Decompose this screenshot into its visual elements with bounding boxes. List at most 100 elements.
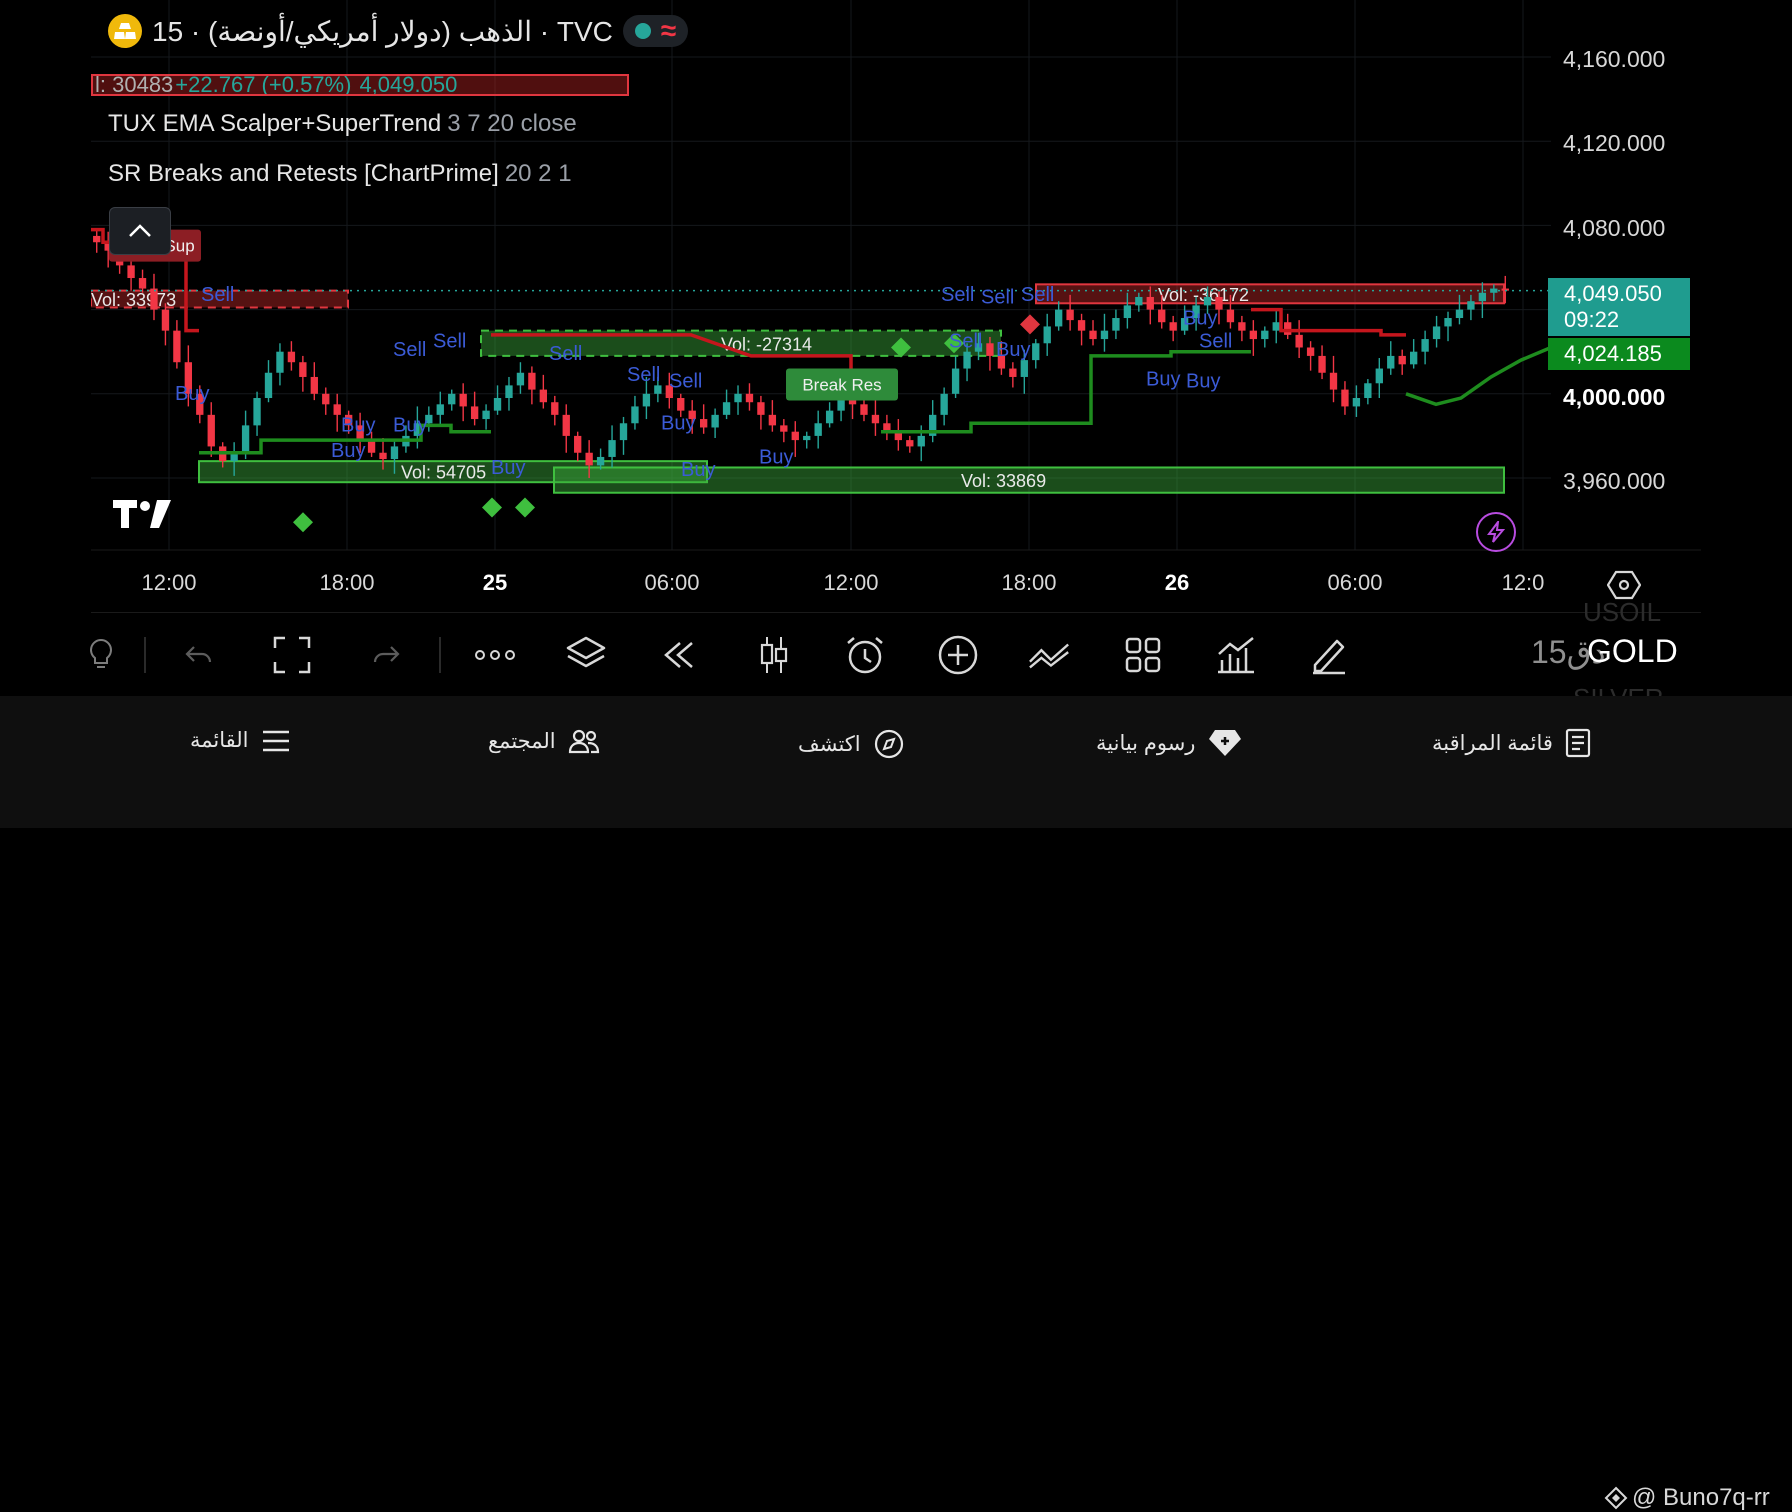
- layout-grid-button[interactable]: [1121, 633, 1165, 677]
- nav-community[interactable]: المجتمع: [488, 728, 600, 754]
- time-axis-label: 12:0: [1501, 570, 1545, 595]
- tradingview-logo-icon: [113, 498, 175, 530]
- candle-body: [367, 440, 376, 453]
- signal-label: Sell: [669, 370, 702, 392]
- candle-body: [631, 406, 639, 424]
- symbol-title[interactable]: الذهب (دولار أمريكي/أونصة) · 15 · TVC: [152, 15, 613, 48]
- chart-type-button[interactable]: [752, 633, 796, 677]
- market-open-dot-icon: [634, 23, 651, 39]
- candle-body: [127, 265, 135, 279]
- candle-body: [619, 423, 628, 441]
- candle-body: [1135, 296, 1143, 306]
- candle-body: [482, 410, 490, 420]
- alerts-bolt-button[interactable]: [1476, 512, 1516, 552]
- candle-body: [642, 393, 651, 407]
- symbol-selector[interactable]: GOLD: [1587, 633, 1678, 670]
- nav-explore[interactable]: اكتشف: [798, 728, 905, 760]
- gold-bars-icon: [108, 14, 142, 48]
- candle-body: [459, 393, 467, 407]
- candle-body: [470, 406, 479, 420]
- layers-button[interactable]: [564, 633, 608, 677]
- signal-label: Sell: [549, 343, 582, 365]
- replay-button[interactable]: [657, 633, 701, 677]
- candle-body: [333, 404, 341, 415]
- layers-icon: [566, 636, 606, 668]
- candle-body: [516, 372, 525, 386]
- market-status-pill[interactable]: ≈: [622, 15, 689, 47]
- fullscreen-button[interactable]: [270, 633, 314, 677]
- nav-watchlist[interactable]: قائمة المراقبة: [1432, 728, 1591, 758]
- candle-body: [711, 414, 719, 428]
- watermark-text: @ Buno7q-rr: [1632, 1484, 1770, 1511]
- candle-body: [1352, 398, 1361, 407]
- price-axis-label: 4,080.000: [1563, 215, 1666, 241]
- sr-zone-label: Vol: 33973: [91, 290, 176, 310]
- candle-body: [1364, 383, 1372, 399]
- candle-body: [299, 362, 307, 377]
- redo-button[interactable]: [364, 633, 408, 677]
- quote-volume: l: 30483: [95, 74, 174, 96]
- chart-diamond-icon: [1209, 730, 1242, 756]
- candle-body: [757, 402, 765, 415]
- collapse-legend-button[interactable]: [109, 207, 171, 255]
- price-axis-label: 4,000.000: [1563, 384, 1666, 410]
- nav-charts[interactable]: رسوم بيانية: [1096, 728, 1243, 758]
- candle-body: [1409, 351, 1418, 365]
- candle-body: [1375, 368, 1383, 384]
- signal-label: Buy: [1183, 307, 1217, 329]
- toolbar-separator: [144, 637, 146, 673]
- indicator-legend-2[interactable]: SR Breaks and Retests [ChartPrime] 20 2 1: [108, 160, 572, 188]
- supertrend-price-tag: 4,024.185: [1548, 338, 1690, 370]
- compare-button[interactable]: [1028, 633, 1072, 677]
- candle-body: [1054, 309, 1063, 327]
- drawing-tools-button[interactable]: [1307, 633, 1351, 677]
- candle-body: [207, 414, 215, 447]
- nav-menu[interactable]: القائمة: [190, 728, 291, 753]
- candle-body: [528, 372, 536, 390]
- signal-label: Buy: [331, 440, 365, 462]
- candle-body: [1066, 309, 1074, 321]
- signal-label: Buy: [341, 415, 375, 437]
- candle-body: [1432, 326, 1441, 340]
- candle-body: [585, 452, 593, 466]
- candle-body: [677, 398, 685, 411]
- alert-button[interactable]: [843, 633, 887, 677]
- time-axis-label: 18:00: [319, 570, 375, 595]
- candle-body: [814, 423, 822, 436]
- candle-body: [940, 393, 948, 415]
- candle-body: [1261, 330, 1269, 340]
- undo-button[interactable]: [177, 633, 221, 677]
- chart-header: الذهب (دولار أمريكي/أونصة) · 15 · TVC ≈: [108, 14, 689, 48]
- nav-label: القائمة: [190, 729, 249, 752]
- indicator-name: TUX EMA Scalper+SuperTrend: [108, 110, 442, 137]
- indicator-name: SR Breaks and Retests [ChartPrime]: [108, 160, 499, 187]
- sr-zone-label: Vol: -36172: [1158, 285, 1249, 305]
- indicators-button[interactable]: [1214, 633, 1258, 677]
- more-button[interactable]: [473, 633, 517, 677]
- time-axis-label: 06:00: [1327, 570, 1383, 595]
- lightning-icon: [1487, 521, 1505, 543]
- candle-body: [1238, 322, 1246, 331]
- current-price: 4,049.050: [1564, 281, 1662, 306]
- signal-label: Sell: [1021, 284, 1054, 306]
- idea-bulb-button[interactable]: [79, 633, 123, 677]
- candle-body: [722, 402, 731, 415]
- candle-body: [1089, 330, 1097, 340]
- candle-body: [1295, 334, 1303, 348]
- signal-label: Buy: [393, 415, 427, 437]
- candle-body: [1329, 372, 1338, 390]
- candle-body: [1284, 322, 1292, 335]
- undo-icon: [185, 646, 212, 663]
- price-axis-label: 3,960.000: [1563, 468, 1666, 494]
- indicator-legend-1[interactable]: TUX EMA Scalper+SuperTrend 3 7 20 close: [108, 110, 577, 138]
- add-button[interactable]: [936, 633, 980, 677]
- signal-label: Sell: [941, 284, 974, 306]
- candle-body: [608, 440, 616, 457]
- time-axis-label: 12:00: [823, 570, 879, 595]
- signal-diamond: [482, 497, 502, 518]
- price-axis-label: 4,160.000: [1563, 46, 1666, 72]
- rewind-icon: [664, 642, 693, 668]
- candle-body: [1318, 355, 1326, 373]
- candle-body: [138, 278, 147, 289]
- nav-label: قائمة المراقبة: [1432, 731, 1553, 755]
